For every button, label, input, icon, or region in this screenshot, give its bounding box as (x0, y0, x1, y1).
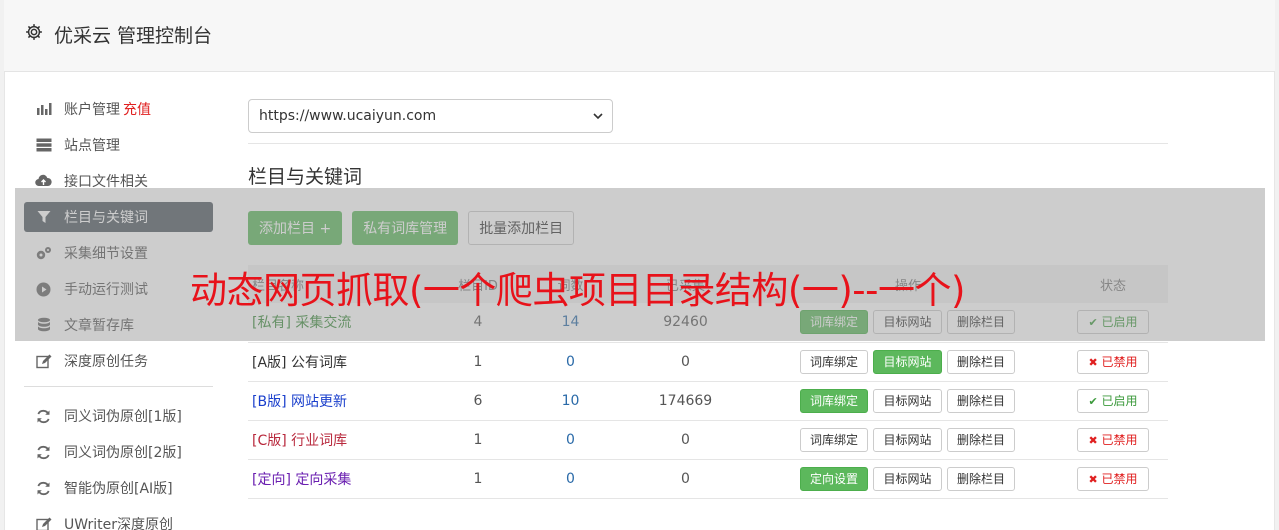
check-icon: ✔ (1088, 394, 1098, 408)
status-cell: ✖ 已禁用 (1058, 459, 1168, 498)
status-cell: ✖ 已禁用 (1058, 342, 1168, 381)
bind-lib-button[interactable]: 词库绑定 (800, 427, 869, 452)
column-id: 1 (473, 431, 483, 448)
sidebar-item-group1-0[interactable]: 账户管理 充值 (24, 94, 213, 124)
gear-icon (26, 24, 42, 40)
column-id: 6 (473, 392, 483, 409)
sidebar-item-label: UWriter深度原创 (64, 517, 173, 530)
cross-icon: ✖ (1088, 472, 1098, 486)
column-name-cell: [定向] 定向采集 (248, 459, 428, 498)
header: 优采云 管理控制台 (4, 0, 1275, 72)
word-count: 10 (561, 392, 580, 409)
target-site-button[interactable]: 目标网站 (873, 388, 942, 413)
sidebar-item-group2-1[interactable]: 同义词伪原创[2版] (24, 437, 213, 467)
sidebar-item-label: 站点管理 (64, 138, 120, 154)
table-row: [A版] 公有词库 1 0 0 词库绑定 目标网站 删除栏目 ✖ 已禁用 (248, 342, 1168, 381)
site-select[interactable]: https://www.ucaiyun.com (248, 99, 613, 133)
sidebar-item-group2-0[interactable]: 同义词伪原创[1版] (24, 401, 213, 431)
collected-count: 174669 (658, 392, 713, 409)
sidebar-item-group1-7[interactable]: 深度原创任务 (24, 346, 213, 376)
refresh-icon (35, 480, 52, 497)
status-toggle[interactable]: ✖ 已禁用 (1077, 466, 1149, 491)
overlay-title: 动态网页抓取(一个爬虫项目目录结构(一)--一个) (190, 269, 965, 312)
chevron-down-icon (593, 113, 603, 120)
sidebar-item-label: 深度原创任务 (64, 354, 148, 370)
table-row: [C版] 行业词库 1 0 0 词库绑定 目标网站 删除栏目 ✖ 已禁用 (248, 420, 1168, 459)
cloud-upload-icon (35, 173, 52, 190)
actions-cell: 词库绑定 目标网站 删除栏目 (758, 420, 1058, 459)
word-count: 0 (566, 431, 575, 448)
actions-cell: 定向设置 目标网站 删除栏目 (758, 459, 1058, 498)
page: 优采云 管理控制台 账户管理 充值 站点管理 接口文件相关 栏目与关键词 采集细节设置 手动… (0, 0, 1279, 530)
word-count: 0 (566, 353, 575, 370)
word-count: 0 (566, 470, 575, 487)
bar-chart-icon (35, 101, 52, 118)
column-tag: [B版] (252, 393, 287, 410)
recharge-link[interactable]: 充值 (123, 99, 151, 119)
column-name: 公有词库 (290, 354, 347, 371)
table-row: [定向] 定向采集 1 0 0 定向设置 目标网站 删除栏目 ✖ 已禁用 (248, 459, 1168, 498)
delete-column-button[interactable]: 删除栏目 (946, 349, 1015, 374)
page-title: 优采云 管理控制台 (54, 25, 213, 47)
column-name-cell: [C版] 行业词库 (248, 420, 428, 459)
collected-count: 0 (681, 470, 690, 487)
actions-cell: 词库绑定 目标网站 删除栏目 (758, 342, 1058, 381)
column-id: 1 (473, 353, 483, 370)
status-toggle[interactable]: ✔ 已启用 (1077, 388, 1149, 413)
column-name: 定向采集 (295, 471, 352, 488)
status-cell: ✖ 已禁用 (1058, 420, 1168, 459)
status-toggle[interactable]: ✖ 已禁用 (1077, 349, 1149, 374)
delete-column-button[interactable]: 删除栏目 (946, 466, 1015, 491)
column-tag: [C版] (252, 432, 287, 449)
target-site-button[interactable]: 目标网站 (873, 466, 942, 491)
bind-lib-button[interactable]: 定向设置 (800, 466, 869, 491)
table-row: [B版] 网站更新 6 10 174669 词库绑定 目标网站 删除栏目 ✔ 已启用 (248, 381, 1168, 420)
target-site-button[interactable]: 目标网站 (873, 427, 942, 452)
refresh-icon (35, 444, 52, 461)
watermark-overlay (15, 188, 1265, 341)
status-cell: ✔ 已启用 (1058, 381, 1168, 420)
cross-icon: ✖ (1088, 355, 1098, 369)
bind-lib-button[interactable]: 词库绑定 (800, 349, 869, 374)
bind-lib-button[interactable]: 词库绑定 (800, 388, 869, 413)
site-select-value: https://www.ucaiyun.com (259, 108, 437, 124)
sidebar-item-group2-2[interactable]: 智能伪原创[AI版] (24, 473, 213, 503)
collected-count: 0 (681, 353, 690, 370)
column-name: 网站更新 (290, 393, 347, 410)
status-label: 已禁用 (1101, 471, 1138, 486)
refresh-icon (35, 408, 52, 425)
sidebar-item-label: 账户管理 (64, 102, 120, 118)
column-tag: [定向] (252, 471, 291, 488)
delete-column-button[interactable]: 删除栏目 (946, 388, 1015, 413)
status-label: 已禁用 (1101, 432, 1138, 447)
target-site-button[interactable]: 目标网站 (873, 349, 942, 374)
delete-column-button[interactable]: 删除栏目 (946, 427, 1015, 452)
sidebar-item-label: 同义词伪原创[1版] (64, 409, 182, 425)
actions-cell: 词库绑定 目标网站 删除栏目 (758, 381, 1058, 420)
cross-icon: ✖ (1088, 433, 1098, 447)
divider (248, 143, 1168, 144)
server-icon (35, 137, 52, 154)
column-name-cell: [B版] 网站更新 (248, 381, 428, 420)
status-label: 已禁用 (1101, 354, 1138, 369)
sidebar-divider (24, 386, 213, 387)
sidebar-item-label: 同义词伪原创[2版] (64, 445, 182, 461)
status-label: 已启用 (1101, 393, 1138, 408)
column-tag: [A版] (252, 354, 287, 371)
column-name: 行业词库 (291, 432, 348, 449)
sidebar-item-group1-1[interactable]: 站点管理 (24, 130, 213, 160)
sidebar-item-label: 智能伪原创[AI版] (64, 481, 173, 497)
status-toggle[interactable]: ✖ 已禁用 (1077, 427, 1149, 452)
edit-icon (35, 353, 52, 370)
collected-count: 0 (681, 431, 690, 448)
edit-icon (35, 516, 52, 530)
sidebar-item-group2-3[interactable]: UWriter深度原创 (24, 509, 213, 530)
section-title: 栏目与关键词 (248, 166, 363, 188)
column-id: 1 (473, 470, 483, 487)
column-name-cell: [A版] 公有词库 (248, 342, 428, 381)
